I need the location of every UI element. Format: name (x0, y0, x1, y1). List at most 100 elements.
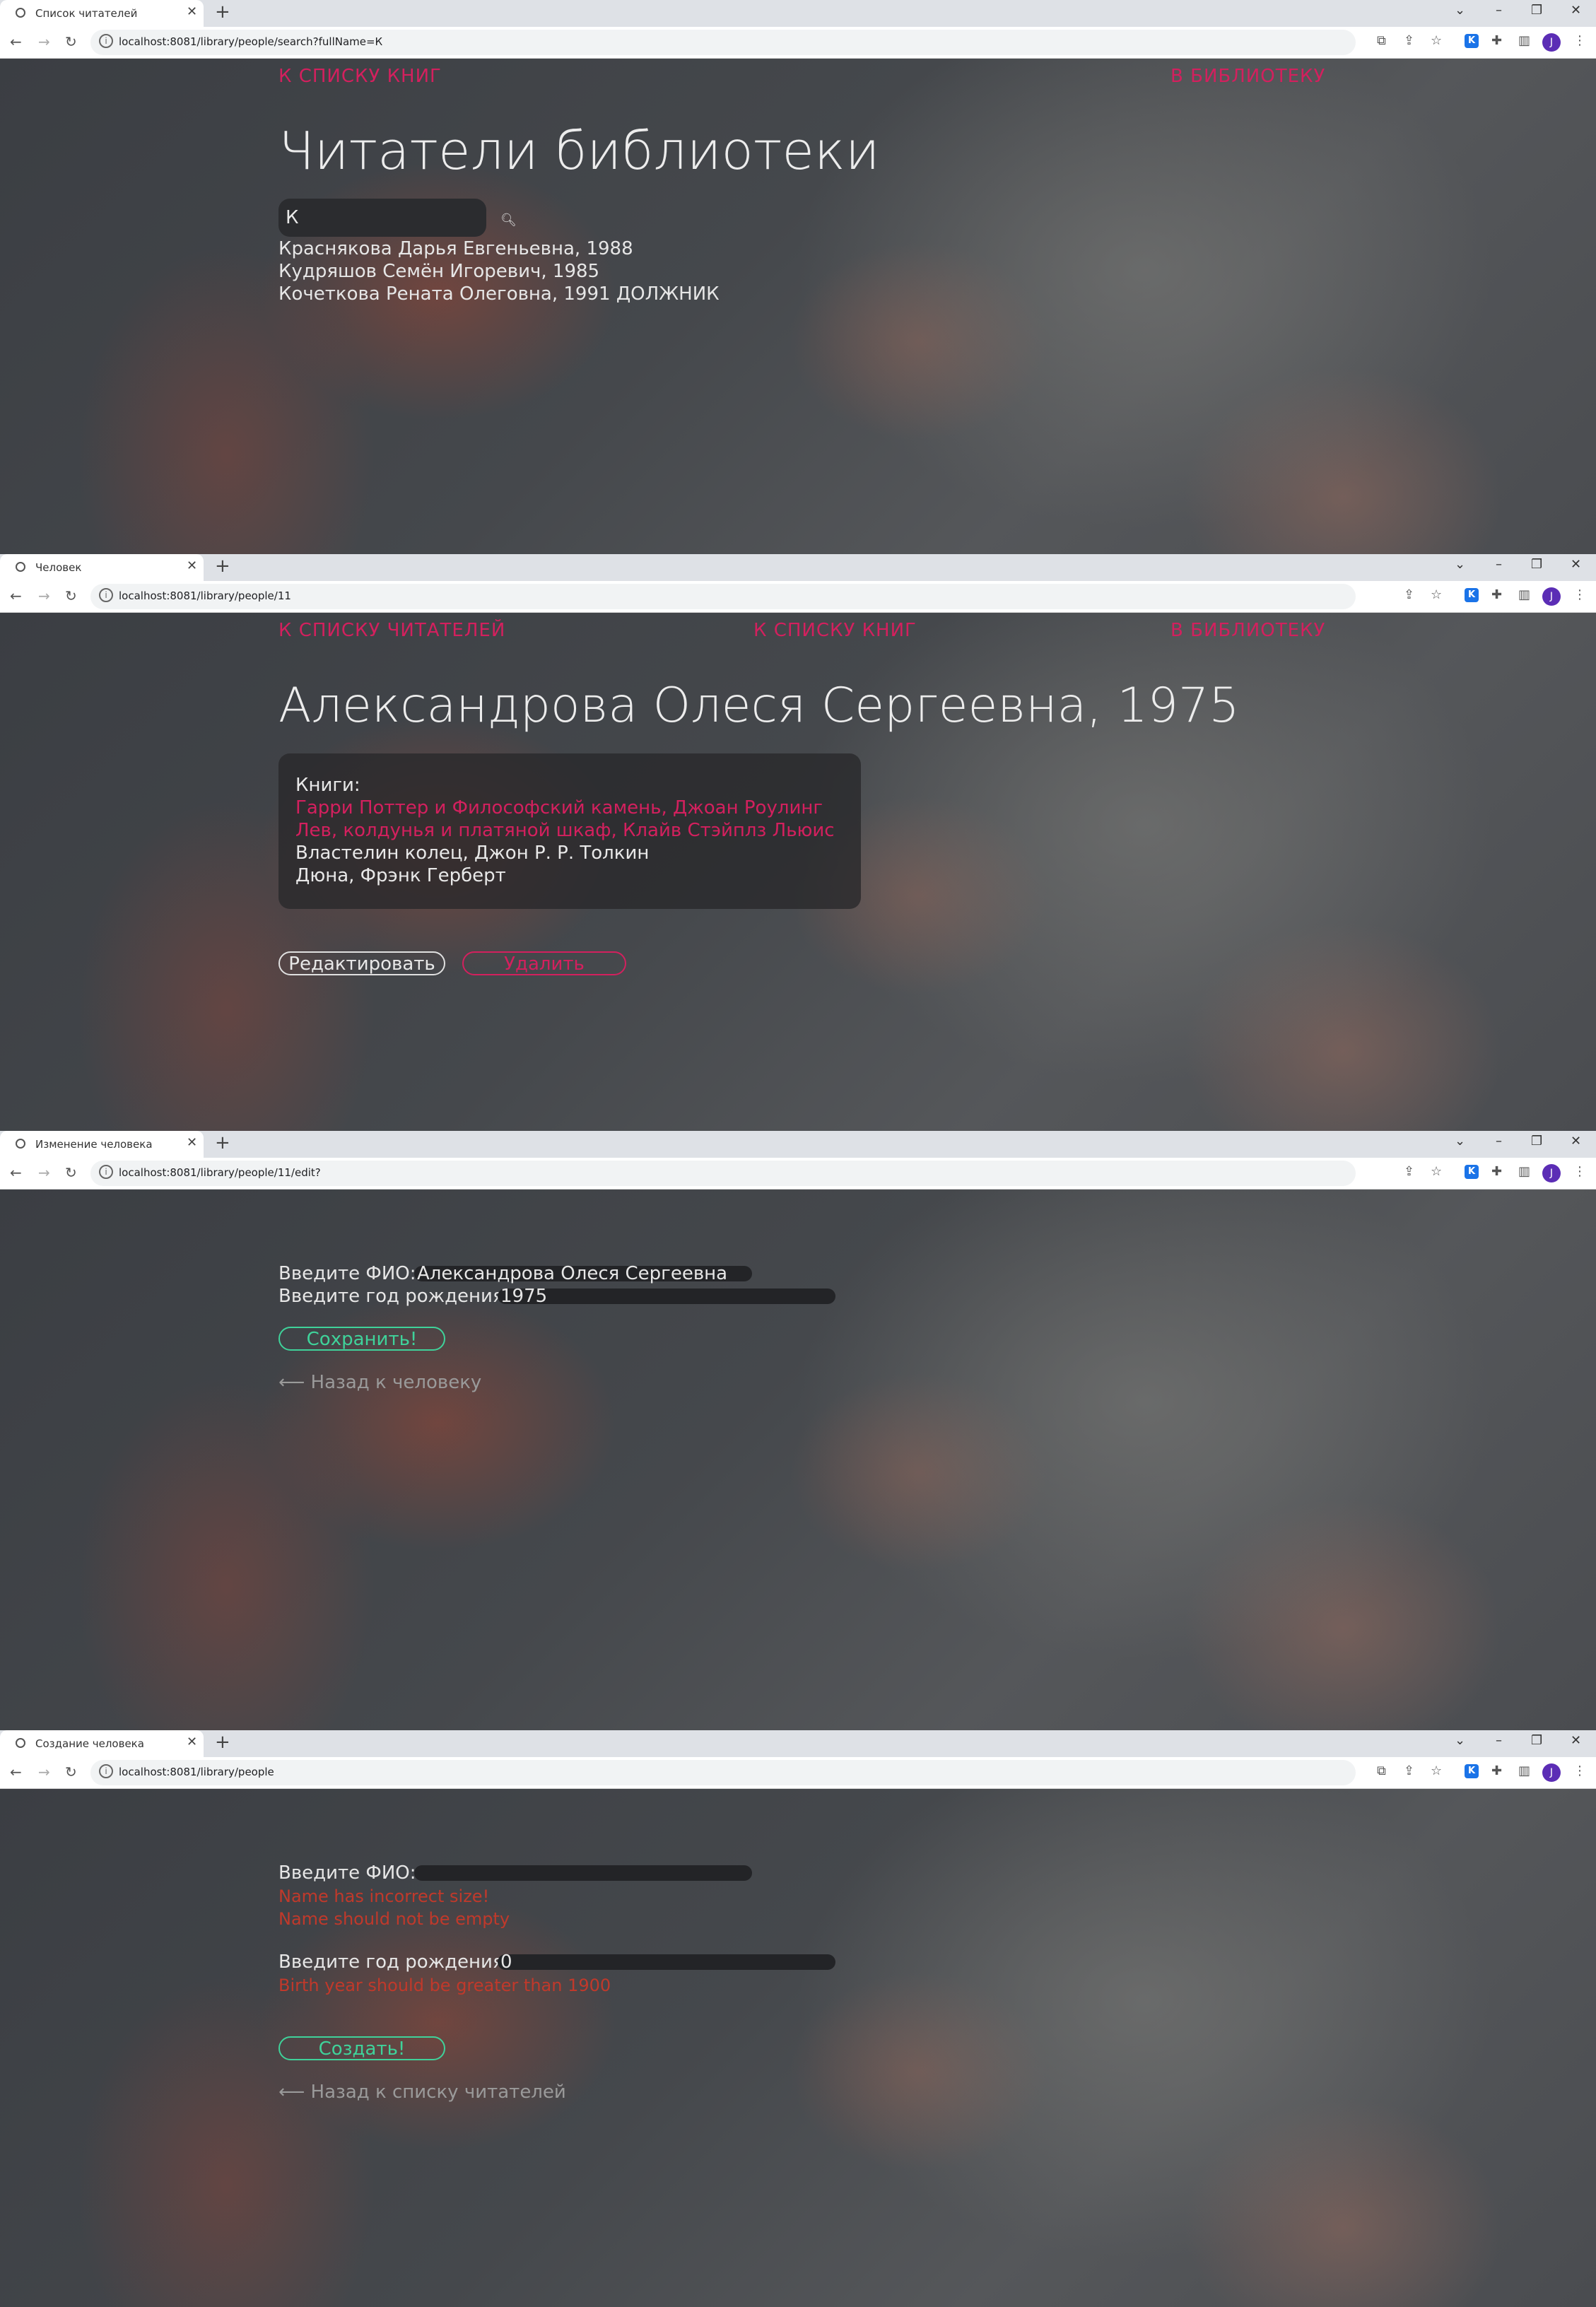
browser-tab[interactable]: Человек ✕ (0, 554, 204, 581)
close-icon[interactable]: ✕ (187, 4, 197, 19)
plus-icon[interactable]: + (215, 1132, 230, 1154)
plus-icon[interactable]: + (215, 1, 230, 23)
restore-icon[interactable]: ❐ (1531, 3, 1542, 18)
reload-icon[interactable]: ↻ (65, 33, 77, 50)
info-icon[interactable]: i (99, 34, 113, 48)
back-to-person-link[interactable]: ⟵ Назад к человеку (278, 1372, 481, 1393)
reload-icon[interactable]: ↻ (65, 1763, 77, 1780)
reload-icon[interactable]: ↻ (65, 587, 77, 604)
reader-link[interactable]: Кудряшов Семён Игоревич, 1985 (278, 261, 599, 282)
chevron-down-icon[interactable]: ⌄ (1455, 557, 1465, 572)
avatar[interactable]: J (1542, 33, 1561, 52)
minimize-icon[interactable]: – (1496, 557, 1502, 572)
puzzle-icon[interactable]: ✚ (1491, 33, 1502, 48)
star-icon[interactable]: ☆ (1431, 587, 1442, 602)
info-icon[interactable]: i (99, 1165, 113, 1179)
link-books-list[interactable]: К СПИСКУ КНИГ (278, 66, 442, 87)
back-arrow-icon[interactable]: ← (10, 587, 22, 604)
chevron-down-icon[interactable]: ⌄ (1455, 1733, 1465, 1748)
translate-icon[interactable]: ⧉ (1377, 1763, 1386, 1778)
url-field[interactable]: i localhost:8081/library/people/11/edit? (90, 1161, 1356, 1186)
url-field[interactable]: i localhost:8081/library/people/search?f… (90, 30, 1356, 55)
info-icon[interactable]: i (99, 1764, 113, 1778)
kebab-menu-icon[interactable]: ⋮ (1573, 1164, 1586, 1179)
share-icon[interactable]: ⇪ (1404, 33, 1414, 48)
puzzle-icon[interactable]: ✚ (1491, 1164, 1502, 1179)
reader-link[interactable]: Краснякова Дарья Евгеньевна, 1988 (278, 238, 633, 259)
forward-arrow-icon[interactable]: → (38, 1763, 50, 1780)
minimize-icon[interactable]: – (1496, 3, 1502, 18)
kebab-menu-icon[interactable]: ⋮ (1573, 33, 1586, 48)
puzzle-icon[interactable]: ✚ (1491, 1763, 1502, 1778)
link-books-list[interactable]: К СПИСКУ КНИГ (753, 620, 917, 641)
year-field[interactable]: 1975 (498, 1287, 835, 1305)
minimize-icon[interactable]: – (1496, 1134, 1502, 1149)
year-field[interactable]: 0 (498, 1953, 835, 1971)
link-readers-list[interactable]: К СПИСКУ ЧИТАТЕЛЕЙ (278, 620, 505, 641)
close-icon[interactable]: ✕ (187, 558, 197, 573)
avatar[interactable]: J (1542, 587, 1561, 606)
minimize-icon[interactable]: – (1496, 1733, 1502, 1748)
link-library[interactable]: В БИБЛИОТЕКУ (1170, 620, 1325, 641)
browser-tab[interactable]: Список читателей ✕ (0, 0, 204, 27)
reload-icon[interactable]: ↻ (65, 1164, 77, 1181)
translate-icon[interactable]: ⧉ (1377, 33, 1386, 48)
edit-button[interactable]: Редактировать (278, 951, 445, 975)
close-icon[interactable]: ✕ (1571, 557, 1581, 572)
kebab-menu-icon[interactable]: ⋮ (1573, 1763, 1586, 1778)
book-link[interactable]: Властелин колец, Джон Р. Р. Толкин (295, 843, 649, 864)
browser-tab[interactable]: Изменение человека ✕ (0, 1131, 204, 1158)
sidebar-icon[interactable]: ▥ (1518, 33, 1530, 48)
kebab-menu-icon[interactable]: ⋮ (1573, 587, 1586, 602)
share-icon[interactable]: ⇪ (1404, 587, 1414, 602)
chevron-down-icon[interactable]: ⌄ (1455, 3, 1465, 18)
close-icon[interactable]: ✕ (187, 1135, 197, 1150)
k-extension-icon[interactable]: K (1465, 1165, 1479, 1179)
share-icon[interactable]: ⇪ (1404, 1164, 1414, 1179)
book-link[interactable]: Гарри Поттер и Философский камень, Джоан… (295, 797, 823, 818)
book-link[interactable]: Лев, колдунья и платяной шкаф, Клайв Стэ… (295, 820, 835, 841)
sidebar-icon[interactable]: ▥ (1518, 1164, 1530, 1179)
search-input[interactable]: К (278, 199, 486, 237)
star-icon[interactable]: ☆ (1431, 1164, 1442, 1179)
avatar[interactable]: J (1542, 1763, 1561, 1782)
restore-icon[interactable]: ❐ (1531, 1134, 1542, 1149)
back-arrow-icon[interactable]: ← (10, 1763, 22, 1780)
forward-arrow-icon[interactable]: → (38, 1164, 50, 1181)
close-icon[interactable]: ✕ (1571, 3, 1581, 18)
star-icon[interactable]: ☆ (1431, 1763, 1442, 1778)
forward-arrow-icon[interactable]: → (38, 33, 50, 50)
browser-tab[interactable]: Создание человека ✕ (0, 1730, 204, 1757)
share-icon[interactable]: ⇪ (1404, 1763, 1414, 1778)
k-extension-icon[interactable]: K (1465, 34, 1479, 48)
k-extension-icon[interactable]: K (1465, 588, 1479, 602)
avatar[interactable]: J (1542, 1164, 1561, 1182)
sidebar-icon[interactable]: ▥ (1518, 587, 1530, 602)
fio-field[interactable]: Александрова Олеся Сергеевна (414, 1264, 752, 1283)
restore-icon[interactable]: ❐ (1531, 557, 1542, 572)
reader-link[interactable]: Кочеткова Рената Олеговна, 1991 ДОЛЖНИК (278, 283, 720, 305)
star-icon[interactable]: ☆ (1431, 33, 1442, 48)
close-icon[interactable]: ✕ (1571, 1134, 1581, 1149)
create-button[interactable]: Создать! (278, 2036, 445, 2060)
puzzle-icon[interactable]: ✚ (1491, 587, 1502, 602)
back-arrow-icon[interactable]: ← (10, 1164, 22, 1181)
chevron-down-icon[interactable]: ⌄ (1455, 1134, 1465, 1149)
delete-button[interactable]: Удалить (462, 951, 626, 975)
back-to-readers-link[interactable]: ⟵ Назад к списку читателей (278, 2082, 566, 2103)
back-arrow-icon[interactable]: ← (10, 33, 22, 50)
info-icon[interactable]: i (99, 588, 113, 602)
close-icon[interactable]: ✕ (187, 1734, 197, 1749)
fio-field[interactable] (414, 1865, 752, 1881)
plus-icon[interactable]: + (215, 1732, 230, 1753)
close-icon[interactable]: ✕ (1571, 1733, 1581, 1748)
k-extension-icon[interactable]: K (1465, 1764, 1479, 1778)
url-field[interactable]: i localhost:8081/library/people (90, 1760, 1356, 1785)
sidebar-icon[interactable]: ▥ (1518, 1763, 1530, 1778)
url-field[interactable]: i localhost:8081/library/people/11 (90, 584, 1356, 609)
plus-icon[interactable]: + (215, 556, 230, 577)
link-library[interactable]: В БИБЛИОТЕКУ (1170, 66, 1325, 87)
forward-arrow-icon[interactable]: → (38, 587, 50, 604)
search-icon[interactable]: 🔍︎ (500, 213, 517, 228)
save-button[interactable]: Сохранить! (278, 1327, 445, 1351)
